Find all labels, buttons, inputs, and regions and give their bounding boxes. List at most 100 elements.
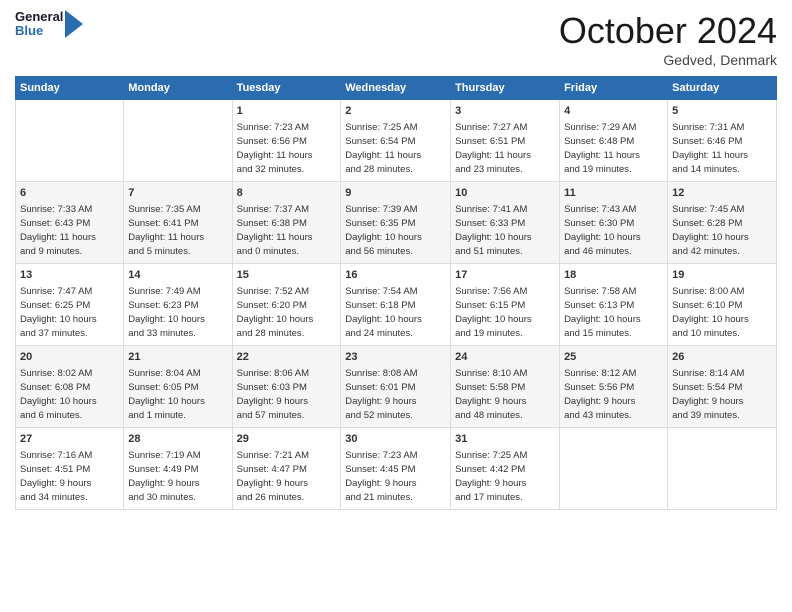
day-info: Sunrise: 7:27 AM Sunset: 6:51 PM Dayligh… — [455, 121, 555, 176]
day-info: Sunrise: 8:12 AM Sunset: 5:56 PM Dayligh… — [564, 367, 663, 422]
day-number: 30 — [345, 432, 446, 447]
table-row — [124, 100, 232, 182]
day-number: 31 — [455, 432, 555, 447]
day-info: Sunrise: 7:23 AM Sunset: 6:56 PM Dayligh… — [237, 121, 337, 176]
day-info: Sunrise: 7:45 AM Sunset: 6:28 PM Dayligh… — [672, 203, 772, 258]
table-row: 2 Sunrise: 7:25 AM Sunset: 6:54 PM Daylig… — [341, 100, 451, 182]
logo-blue-text: Blue — [15, 24, 63, 38]
day-info: Sunrise: 7:29 AM Sunset: 6:48 PM Dayligh… — [564, 121, 663, 176]
table-row: 3 Sunrise: 7:27 AM Sunset: 6:51 PM Daylig… — [451, 100, 560, 182]
table-row: 22Sunrise: 8:06 AM Sunset: 6:03 PM Dayli… — [232, 346, 341, 428]
calendar-body: 1 Sunrise: 7:23 AM Sunset: 6:56 PM Daylig… — [16, 100, 777, 510]
day-info: Sunrise: 7:25 AM Sunset: 4:42 PM Dayligh… — [455, 449, 555, 504]
day-number: 20 — [20, 350, 119, 365]
table-row: 4 Sunrise: 7:29 AM Sunset: 6:48 PM Daylig… — [560, 100, 668, 182]
table-row — [560, 428, 668, 510]
calendar: Sunday Monday Tuesday Wednesday Thursday… — [15, 76, 777, 510]
day-info: Sunrise: 8:14 AM Sunset: 5:54 PM Dayligh… — [672, 367, 772, 422]
table-row: 6Sunrise: 7:33 AM Sunset: 6:43 PM Daylig… — [16, 182, 124, 264]
month-title: October 2024 — [559, 10, 777, 52]
day-number: 16 — [345, 268, 446, 283]
table-row: 25 Sunrise: 8:12 AM Sunset: 5:56 PM Dayli… — [560, 346, 668, 428]
day-number: 9 — [345, 186, 446, 201]
day-number: 25 — [564, 350, 663, 365]
table-row: 21 Sunrise: 8:04 AM Sunset: 6:05 PM Dayli… — [124, 346, 232, 428]
table-row: 27Sunrise: 7:16 AM Sunset: 4:51 PM Dayli… — [16, 428, 124, 510]
logo: General Blue — [15, 10, 83, 39]
table-row: 12 Sunrise: 7:45 AM Sunset: 6:28 PM Dayli… — [668, 182, 777, 264]
day-number: 24 — [455, 350, 555, 365]
day-info: Sunrise: 8:02 AM Sunset: 6:08 PM Dayligh… — [20, 367, 119, 422]
calendar-week-row: 13Sunrise: 7:47 AM Sunset: 6:25 PM Dayli… — [16, 264, 777, 346]
logo-general-text: General — [15, 10, 63, 24]
table-row: 16 Sunrise: 7:54 AM Sunset: 6:18 PM Dayli… — [341, 264, 451, 346]
calendar-week-row: 6Sunrise: 7:33 AM Sunset: 6:43 PM Daylig… — [16, 182, 777, 264]
day-info: Sunrise: 7:56 AM Sunset: 6:15 PM Dayligh… — [455, 285, 555, 340]
day-number: 8 — [237, 186, 337, 201]
table-row: 19Sunrise: 8:00 AM Sunset: 6:10 PM Dayli… — [668, 264, 777, 346]
day-info: Sunrise: 8:06 AM Sunset: 6:03 PM Dayligh… — [237, 367, 337, 422]
table-row: 17 Sunrise: 7:56 AM Sunset: 6:15 PM Dayli… — [451, 264, 560, 346]
day-number: 4 — [564, 104, 663, 119]
table-row: 10 Sunrise: 7:41 AM Sunset: 6:33 PM Dayli… — [451, 182, 560, 264]
day-number: 10 — [455, 186, 555, 201]
day-info: Sunrise: 7:41 AM Sunset: 6:33 PM Dayligh… — [455, 203, 555, 258]
calendar-week-row: 20 Sunrise: 8:02 AM Sunset: 6:08 PM Dayli… — [16, 346, 777, 428]
title-area: October 2024 Gedved, Denmark — [559, 10, 777, 68]
day-number: 7 — [128, 186, 227, 201]
table-row: 29Sunrise: 7:21 AM Sunset: 4:47 PM Dayli… — [232, 428, 341, 510]
day-number: 17 — [455, 268, 555, 283]
col-friday: Friday — [560, 77, 668, 100]
day-info: Sunrise: 7:54 AM Sunset: 6:18 PM Dayligh… — [345, 285, 446, 340]
table-row: 5Sunrise: 7:31 AM Sunset: 6:46 PM Daylig… — [668, 100, 777, 182]
table-row: 30 Sunrise: 7:23 AM Sunset: 4:45 PM Dayli… — [341, 428, 451, 510]
day-number: 21 — [128, 350, 227, 365]
col-tuesday: Tuesday — [232, 77, 341, 100]
day-info: Sunrise: 7:43 AM Sunset: 6:30 PM Dayligh… — [564, 203, 663, 258]
day-info: Sunrise: 8:00 AM Sunset: 6:10 PM Dayligh… — [672, 285, 772, 340]
table-row: 14Sunrise: 7:49 AM Sunset: 6:23 PM Dayli… — [124, 264, 232, 346]
day-info: Sunrise: 7:23 AM Sunset: 4:45 PM Dayligh… — [345, 449, 446, 504]
day-number: 6 — [20, 186, 119, 201]
logo-arrow-icon — [65, 10, 83, 38]
col-saturday: Saturday — [668, 77, 777, 100]
table-row: 26Sunrise: 8:14 AM Sunset: 5:54 PM Dayli… — [668, 346, 777, 428]
day-info: Sunrise: 7:25 AM Sunset: 6:54 PM Dayligh… — [345, 121, 446, 176]
day-info: Sunrise: 7:58 AM Sunset: 6:13 PM Dayligh… — [564, 285, 663, 340]
table-row: 7Sunrise: 7:35 AM Sunset: 6:41 PM Daylig… — [124, 182, 232, 264]
day-info: Sunrise: 8:04 AM Sunset: 6:05 PM Dayligh… — [128, 367, 227, 422]
day-info: Sunrise: 7:37 AM Sunset: 6:38 PM Dayligh… — [237, 203, 337, 258]
calendar-week-row: 27Sunrise: 7:16 AM Sunset: 4:51 PM Dayli… — [16, 428, 777, 510]
day-info: Sunrise: 7:39 AM Sunset: 6:35 PM Dayligh… — [345, 203, 446, 258]
calendar-header-row: Sunday Monday Tuesday Wednesday Thursday… — [16, 77, 777, 100]
day-number: 18 — [564, 268, 663, 283]
location: Gedved, Denmark — [559, 52, 777, 68]
table-row: 20 Sunrise: 8:02 AM Sunset: 6:08 PM Dayli… — [16, 346, 124, 428]
day-info: Sunrise: 7:47 AM Sunset: 6:25 PM Dayligh… — [20, 285, 119, 340]
day-number: 3 — [455, 104, 555, 119]
table-row: 8 Sunrise: 7:37 AM Sunset: 6:38 PM Daylig… — [232, 182, 341, 264]
day-info: Sunrise: 7:21 AM Sunset: 4:47 PM Dayligh… — [237, 449, 337, 504]
table-row: 15 Sunrise: 7:52 AM Sunset: 6:20 PM Dayli… — [232, 264, 341, 346]
day-number: 28 — [128, 432, 227, 447]
table-row — [668, 428, 777, 510]
day-info: Sunrise: 7:19 AM Sunset: 4:49 PM Dayligh… — [128, 449, 227, 504]
table-row: 18 Sunrise: 7:58 AM Sunset: 6:13 PM Dayli… — [560, 264, 668, 346]
table-row: 11Sunrise: 7:43 AM Sunset: 6:30 PM Dayli… — [560, 182, 668, 264]
col-monday: Monday — [124, 77, 232, 100]
table-row: 31 Sunrise: 7:25 AM Sunset: 4:42 PM Dayli… — [451, 428, 560, 510]
day-info: Sunrise: 7:52 AM Sunset: 6:20 PM Dayligh… — [237, 285, 337, 340]
table-row: 23Sunrise: 8:08 AM Sunset: 6:01 PM Dayli… — [341, 346, 451, 428]
day-number: 15 — [237, 268, 337, 283]
col-sunday: Sunday — [16, 77, 124, 100]
day-number: 27 — [20, 432, 119, 447]
day-number: 12 — [672, 186, 772, 201]
day-info: Sunrise: 8:08 AM Sunset: 6:01 PM Dayligh… — [345, 367, 446, 422]
day-info: Sunrise: 7:49 AM Sunset: 6:23 PM Dayligh… — [128, 285, 227, 340]
table-row — [16, 100, 124, 182]
table-row: 1 Sunrise: 7:23 AM Sunset: 6:56 PM Daylig… — [232, 100, 341, 182]
day-number: 1 — [237, 104, 337, 119]
day-number: 5 — [672, 104, 772, 119]
day-number: 2 — [345, 104, 446, 119]
page: General Blue October 2024 Gedved, Denmar… — [0, 0, 792, 520]
